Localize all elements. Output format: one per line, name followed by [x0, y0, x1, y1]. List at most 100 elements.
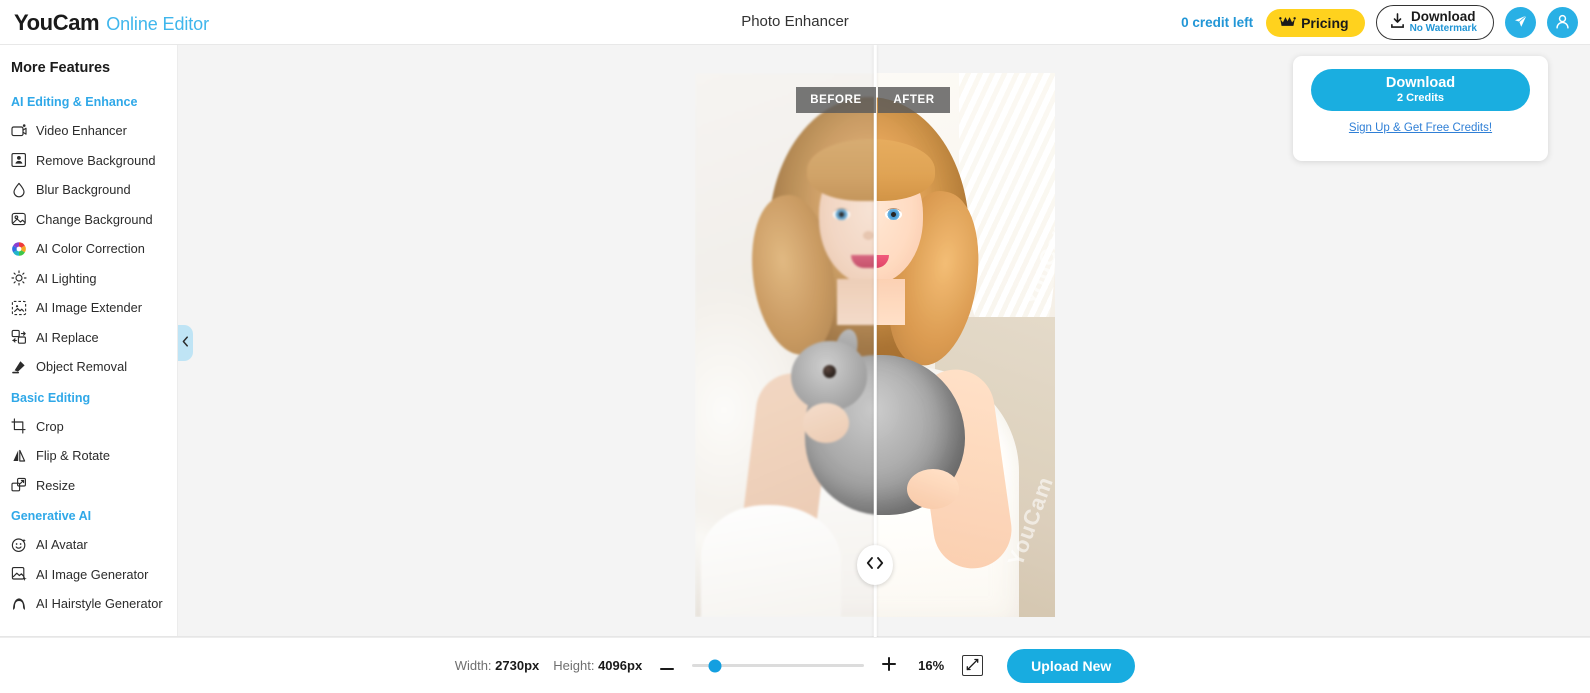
sidebar-group-label-ai-editing-enhance: AI Editing & Enhance	[11, 95, 138, 109]
features-sidebar[interactable]: More Features AI Editing & Enhance Video …	[0, 45, 178, 637]
zoom-slider-knob[interactable]	[708, 659, 722, 672]
user-avatar-icon	[1554, 13, 1571, 33]
object-removal-icon	[11, 359, 27, 375]
sidebar-item-label: Remove Background	[36, 152, 156, 168]
sidebar-item-object-removal[interactable]: Object Removal	[0, 352, 177, 382]
before-label: BEFORE	[796, 87, 876, 113]
sidebar-item-flip-rotate[interactable]: Flip & Rotate	[0, 441, 177, 471]
height-value: 4096px	[598, 658, 643, 673]
after-label: AFTER	[878, 87, 950, 113]
remove-background-icon	[11, 152, 27, 168]
sidebar-group-label-generative-ai: Generative AI	[11, 509, 92, 523]
sidebar-item-label: AI Lighting	[36, 270, 97, 286]
sidebar-item-remove-background[interactable]: Remove Background	[0, 146, 177, 176]
sidebar-item-ai-replace[interactable]: AI Replace	[0, 323, 177, 353]
ai-replace-icon	[11, 329, 27, 345]
app-header: YouCam Online Editor Photo Enhancer 0 cr…	[0, 0, 1590, 45]
sidebar-item-label: Object Removal	[36, 359, 128, 375]
sidebar-item-blur-background[interactable]: Blur Background	[0, 175, 177, 205]
download-no-watermark-button[interactable]: Download No Watermark	[1375, 5, 1494, 40]
image-width-readout: Width: 2730px	[455, 658, 540, 673]
sidebar-item-label: Crop	[36, 418, 64, 434]
sidebar-item-label: AI Hairstyle Generator	[36, 596, 163, 612]
sidebar-item-ai-lighting[interactable]: AI Lighting	[0, 264, 177, 294]
video-enhancer-icon	[11, 123, 27, 139]
upload-new-button[interactable]: Upload New	[1007, 648, 1136, 683]
pricing-button[interactable]: Pricing	[1266, 8, 1365, 37]
zoom-slider-track[interactable]	[692, 659, 865, 672]
plus-icon	[882, 655, 897, 676]
height-label: Height:	[553, 658, 595, 673]
zoom-percent-readout: 16%	[918, 658, 945, 673]
zoom-in-button[interactable]	[878, 656, 900, 675]
width-label: Width:	[454, 658, 492, 673]
sidebar-item-label: AI Image Generator	[36, 566, 149, 582]
sidebar-item-change-background[interactable]: Change Background	[0, 205, 177, 235]
sidebar-item-video-enhancer[interactable]: Video Enhancer	[0, 116, 177, 146]
sidebar-item-label: Video Enhancer	[36, 123, 127, 139]
editor-canvas[interactable]: YouCam YouCam BEFORE AFTER Download 2 Cr…	[178, 45, 1590, 637]
editor-footer-toolbar: Width: 2730px Height: 4096px 16% Upload …	[0, 637, 1590, 693]
download-panel-credits-label: 2 Credits	[1396, 91, 1445, 104]
sidebar-item-ai-color-correction[interactable]: AI Color Correction	[0, 234, 177, 264]
sidebar-item-label: Resize	[36, 477, 76, 493]
download-icon	[1390, 13, 1405, 32]
download-panel: Download 2 Credits Sign Up & Get Free Cr…	[1293, 56, 1548, 161]
sidebar-collapse-button[interactable]	[178, 325, 193, 361]
chevron-right-icon	[876, 556, 884, 574]
crown-icon	[1279, 15, 1296, 31]
credit-left-label: 0 credit left	[1181, 15, 1254, 30]
zoom-out-button[interactable]	[656, 656, 678, 675]
before-after-comparison[interactable]: YouCam YouCam BEFORE AFTER	[695, 45, 1055, 637]
crop-icon	[11, 418, 27, 434]
account-avatar-button[interactable]	[1547, 7, 1578, 38]
sidebar-item-ai-image-extender[interactable]: AI Image Extender	[0, 293, 177, 323]
sidebar-item-label: AI Image Extender	[36, 300, 142, 316]
download-primary-label: Download	[1411, 9, 1476, 25]
sidebar-item-label: Blur Background	[36, 182, 131, 198]
sidebar-item-label: AI Color Correction	[36, 241, 145, 257]
signup-free-credits-link[interactable]: Sign Up & Get Free Credits!	[1311, 122, 1530, 134]
sidebar-item-label: Change Background	[36, 211, 153, 227]
image-extender-icon	[11, 300, 27, 316]
download-button-text: Download No Watermark	[1409, 9, 1477, 35]
sidebar-group-label-basic-editing: Basic Editing	[11, 390, 91, 405]
sidebar-item-resize[interactable]: Resize	[0, 471, 177, 501]
chevron-left-icon	[866, 556, 874, 574]
ai-avatar-icon	[11, 537, 27, 553]
fit-to-screen-button[interactable]	[962, 655, 984, 676]
minus-icon	[660, 655, 675, 676]
image-height-readout: Height: 4096px	[553, 658, 642, 673]
download-secondary-label: No Watermark	[1409, 23, 1477, 35]
sidebar-item-label: AI Replace	[36, 329, 99, 345]
header-actions: 0 credit left Pricing Download No Waterm…	[1181, 0, 1578, 45]
width-value: 2730px	[495, 658, 540, 673]
flip-rotate-icon	[11, 448, 27, 464]
photo-enhancer-app: YouCam Online Editor Photo Enhancer 0 cr…	[0, 0, 1590, 693]
sidebar-item-crop[interactable]: Crop	[0, 412, 177, 442]
sidebar-item-label: AI Avatar	[36, 537, 88, 553]
sidebar-title: More Features	[11, 60, 111, 76]
sidebar-item-ai-avatar[interactable]: AI Avatar	[0, 530, 177, 560]
comparison-slider-handle[interactable]	[857, 545, 893, 585]
pricing-label: Pricing	[1301, 14, 1349, 31]
sidebar-item-label: Flip & Rotate	[36, 448, 110, 464]
download-credits-button[interactable]: Download 2 Credits	[1311, 69, 1530, 111]
send-icon-button[interactable]	[1505, 7, 1536, 38]
ai-image-generator-icon	[11, 566, 27, 582]
after-image-half: YouCam YouCam	[875, 73, 1055, 617]
chevron-left-icon	[182, 334, 189, 352]
ai-hairstyle-generator-icon	[11, 596, 27, 612]
sidebar-groups: AI Editing & Enhance Video Enhancer Remove…	[0, 86, 177, 619]
blur-background-icon	[11, 182, 27, 198]
fit-to-screen-icon	[966, 658, 979, 674]
download-panel-primary-label: Download	[1385, 74, 1456, 91]
before-image-half	[695, 73, 875, 617]
change-background-icon	[11, 211, 27, 227]
sidebar-item-ai-image-generator[interactable]: AI Image Generator	[0, 560, 177, 590]
color-wheel-icon	[11, 241, 27, 257]
resize-icon	[11, 477, 27, 493]
send-icon	[1512, 13, 1529, 33]
sidebar-item-ai-hairstyle-generator[interactable]: AI Hairstyle Generator	[0, 589, 177, 619]
lighting-icon	[11, 270, 27, 286]
